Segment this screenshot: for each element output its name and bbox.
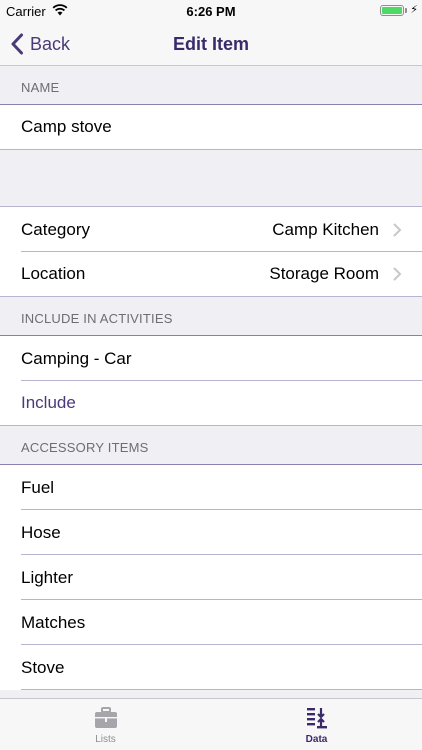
accessory-item[interactable]: Matches <box>0 600 422 645</box>
include-label: Include <box>21 393 76 412</box>
accessory-label: Matches <box>21 612 86 632</box>
location-row[interactable]: Location Storage Room <box>0 252 422 297</box>
category-value: Camp Kitchen <box>272 219 379 239</box>
section-header-name: NAME <box>0 66 422 105</box>
accessory-label: Lighter <box>21 567 73 587</box>
navigation-bar: Back Edit Item <box>0 22 422 66</box>
activities-group: Camping - Car Include <box>0 336 422 426</box>
tab-lists[interactable]: Lists <box>0 699 211 750</box>
section-header-accessories: ACCESSORY ITEMS <box>0 426 422 465</box>
accessory-label: Stove <box>21 657 65 677</box>
location-label: Location <box>21 264 86 283</box>
chevron-right-icon <box>393 223 402 236</box>
chevron-right-icon <box>393 267 402 281</box>
battery-icon <box>380 5 404 16</box>
include-button[interactable]: Include <box>0 381 422 426</box>
suitcase-icon <box>94 707 117 728</box>
category-row[interactable]: Category Camp Kitchen <box>0 207 422 252</box>
accessory-label: Hose <box>21 522 61 542</box>
sort-icon <box>306 708 327 729</box>
charging-icon: ⚡ <box>410 4 418 16</box>
accessories-group: Fuel Hose Lighter Matches Stove <box>0 465 422 690</box>
details-group: Category Camp Kitchen Location Storage R… <box>0 207 422 297</box>
tab-bar: Lists Data <box>0 698 422 750</box>
form-content[interactable]: NAME Camp stove Category Camp Kitchen Lo… <box>0 66 422 698</box>
battery-tip <box>405 8 407 13</box>
clock: 6:26 PM <box>186 4 236 19</box>
accessory-label: Fuel <box>21 477 55 497</box>
name-group: Camp stove <box>0 105 422 150</box>
page-title: Edit Item <box>172 34 249 54</box>
tab-data-label: Data <box>305 734 328 745</box>
accessory-item[interactable]: Hose <box>0 510 422 555</box>
accessory-item[interactable]: Stove <box>0 645 422 690</box>
accessory-item[interactable]: Fuel <box>0 465 422 510</box>
section-header-activities: INCLUDE IN ACTIVITIES <box>0 297 422 336</box>
category-label: Category <box>21 219 90 239</box>
status-bar: Carrier 6:26 PM ⚡ <box>0 0 422 22</box>
accessory-item[interactable]: Lighter <box>0 555 422 600</box>
activity-label: Camping - Car <box>21 348 132 368</box>
name-field[interactable]: Camp stove <box>0 105 422 150</box>
section-spacer <box>0 150 422 207</box>
activity-item[interactable]: Camping - Car <box>0 336 422 381</box>
location-value: Storage Room <box>269 264 379 283</box>
tab-data[interactable]: Data <box>211 699 422 750</box>
tab-lists-label: Lists <box>95 734 116 745</box>
name-value: Camp stove <box>21 117 112 136</box>
